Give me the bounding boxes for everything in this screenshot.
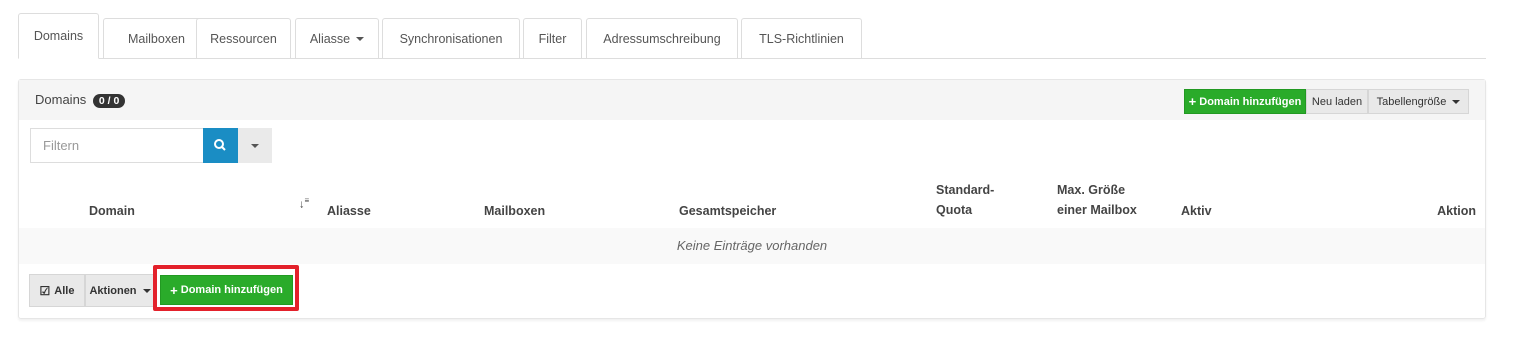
column-label-line: Quota: [936, 203, 973, 217]
reload-label: Neu laden: [1311, 95, 1363, 108]
column-aktion: Aktion: [1437, 204, 1476, 218]
caret-down-icon: [356, 36, 365, 41]
search-button[interactable]: [203, 128, 238, 163]
tab-label: Ressourcen: [210, 31, 277, 46]
column-mailboxen[interactable]: Mailboxen: [484, 203, 545, 219]
caret-down-icon: [1452, 99, 1461, 104]
table-size-dropdown[interactable]: Tabellengröße: [1368, 89, 1469, 114]
column-label-line: Max. Größe: [1057, 183, 1126, 197]
tab-label: Filter: [538, 31, 567, 46]
reload-button[interactable]: Neu laden: [1306, 89, 1368, 114]
highlight-box: [153, 265, 299, 311]
tab-domains[interactable]: Domains: [18, 13, 99, 59]
tab-filter[interactable]: Filter: [523, 18, 582, 58]
filter-input[interactable]: Filtern: [30, 128, 203, 163]
tab-tls-richtlinien[interactable]: TLS-Richtlinien: [741, 18, 862, 58]
tab-label: Aliasse: [309, 31, 351, 46]
caret-down-icon: [142, 288, 151, 293]
table-size-label: Tabellengröße: [1376, 95, 1447, 108]
tab-label: Adressumschreibung: [603, 31, 721, 46]
tab-label: Domains: [33, 29, 84, 43]
tab-ressourcen[interactable]: Ressourcen: [196, 18, 291, 58]
tab-synchronisationen[interactable]: Synchronisationen: [382, 18, 520, 58]
add-domain-button-top[interactable]: + Domain hinzufügen: [1184, 89, 1306, 114]
column-aliasse[interactable]: Aliasse: [327, 203, 371, 219]
select-all-button[interactable]: ☑ Alle: [29, 274, 85, 307]
search-icon: [214, 139, 226, 151]
tab-aliasse[interactable]: Aliasse: [295, 18, 379, 58]
column-max-groesse[interactable]: Max. Größe einer Mailbox: [1057, 182, 1137, 218]
actions-label: Aktionen: [89, 284, 137, 297]
tab-adressumschreibung[interactable]: Adressumschreibung: [586, 18, 738, 58]
plus-icon: +: [1188, 94, 1197, 109]
panel-header: Domains 0 / 0 + Domain hinzufügen Neu la…: [19, 80, 1485, 120]
add-domain-label: Domain hinzufügen: [1199, 95, 1302, 108]
column-aktiv[interactable]: Aktiv: [1181, 203, 1212, 219]
tab-mailboxen[interactable]: Mailboxen: [103, 18, 210, 58]
caret-down-icon: [251, 143, 259, 148]
column-label-line: Standard-: [936, 183, 995, 197]
sort-icon[interactable]: ↓≡: [299, 193, 309, 213]
column-domain[interactable]: Domain: [89, 203, 135, 219]
tab-bar: Domains Mailboxen Ressourcen Aliasse Syn…: [18, 13, 1486, 59]
panel-title-text: Domains: [35, 92, 87, 107]
actions-dropdown[interactable]: Aktionen: [85, 274, 155, 307]
column-standard-quota[interactable]: Standard- Quota: [936, 182, 994, 218]
column-gesamtspeicher[interactable]: Gesamtspeicher: [679, 203, 776, 219]
checkbox-icon: ☑: [39, 283, 51, 298]
select-all-label: Alle: [54, 284, 75, 297]
filter-options-dropdown[interactable]: [238, 128, 272, 163]
count-badge: 0 / 0: [92, 94, 126, 108]
tab-label: Synchronisationen: [399, 31, 503, 46]
tab-label: Mailboxen: [128, 31, 185, 46]
panel-title: Domains 0 / 0: [35, 92, 126, 108]
column-label-line: einer Mailbox: [1057, 203, 1137, 217]
tab-label: TLS-Richtlinien: [759, 31, 844, 46]
empty-message: Keine Einträge vorhanden: [676, 238, 828, 253]
